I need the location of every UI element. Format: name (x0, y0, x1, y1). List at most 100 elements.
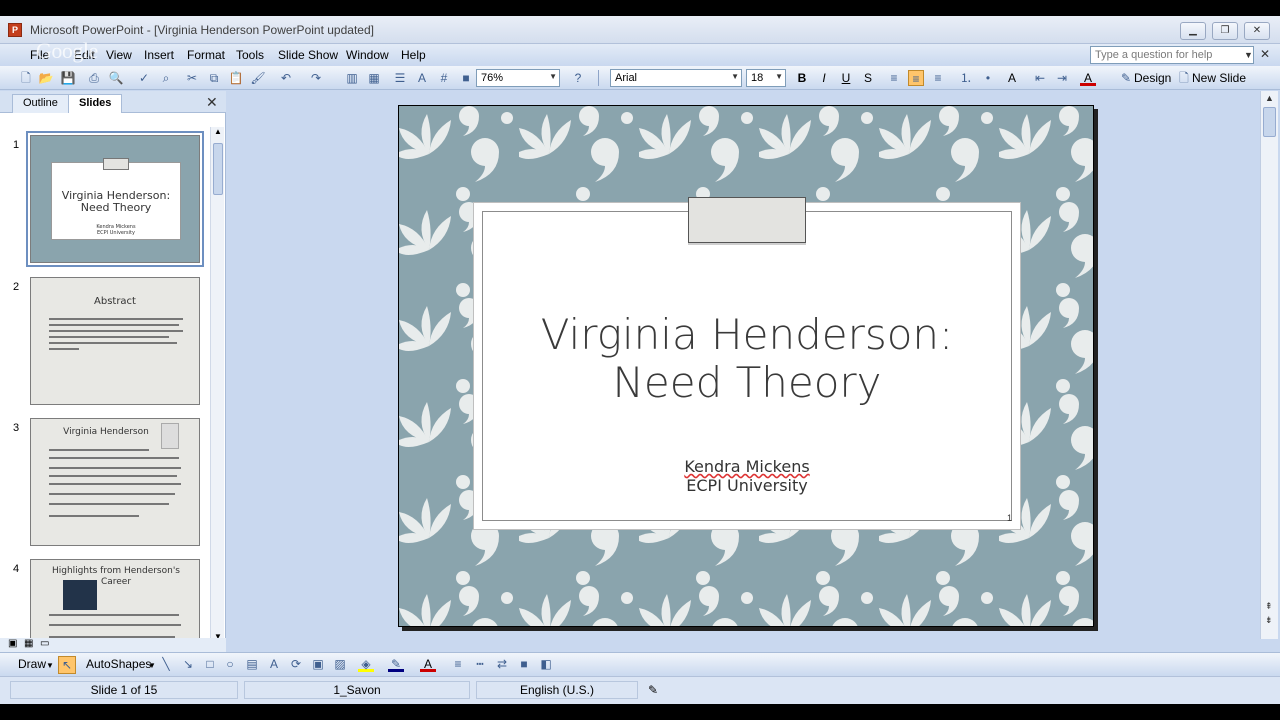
underline-icon[interactable]: U (838, 70, 854, 86)
wordart-icon[interactable]: A (266, 656, 282, 672)
arrow-icon[interactable]: ↘ (180, 656, 196, 672)
paste-icon[interactable]: 📋 (228, 70, 244, 86)
undo-icon[interactable]: ↶ (278, 70, 294, 86)
help-dropdown-icon[interactable]: ▼ (1244, 50, 1253, 60)
3d-style-icon[interactable]: ◧ (538, 656, 554, 672)
menu-window[interactable]: Window (346, 48, 389, 62)
decrease-indent-icon[interactable]: ⇤ (1032, 70, 1048, 86)
slide-scrollbar[interactable]: ▲ ⇞ ⇟ (1260, 91, 1278, 639)
slide-thumbnail-2[interactable]: Abstract (30, 277, 200, 405)
design-icon[interactable]: ✎ (1118, 70, 1134, 86)
scroll-up-icon[interactable]: ▲ (1265, 93, 1274, 103)
show-formatting-icon[interactable]: A (414, 70, 430, 86)
scroll-thumb[interactable] (1263, 107, 1276, 137)
menu-insert[interactable]: Insert (144, 48, 174, 62)
line-color-icon[interactable]: ✎ (388, 656, 404, 672)
thumb-text-line (49, 515, 139, 517)
tab-slides[interactable]: Slides (68, 94, 123, 113)
draw-menu-button[interactable]: Draw (18, 657, 46, 671)
font-size-select[interactable]: 18 ▼ (746, 69, 786, 87)
thumbnails-scrollbar[interactable]: ▲ ▼ (210, 127, 224, 641)
slide-show-icon[interactable]: ▭ (40, 638, 49, 649)
copy-icon[interactable]: ⧉ (206, 70, 222, 86)
line-style-icon[interactable]: ≡ (450, 656, 466, 672)
diagram-icon[interactable]: ⟳ (288, 656, 304, 672)
show-grid-icon[interactable]: # (436, 70, 452, 86)
spelling-icon[interactable]: ✓ (136, 70, 152, 86)
print-icon[interactable]: ⎙ (86, 70, 102, 86)
color-grayscale-icon[interactable]: ■ (458, 70, 474, 86)
italic-icon[interactable]: I (816, 70, 832, 86)
increase-indent-icon[interactable]: ⇥ (1054, 70, 1070, 86)
open-folder-icon[interactable]: 📂 (38, 70, 54, 86)
text-box-icon[interactable]: ▤ (244, 656, 260, 672)
line-icon[interactable]: ╲ (158, 656, 174, 672)
scroll-up-icon[interactable]: ▲ (214, 127, 222, 136)
slide-title[interactable]: Virginia Henderson: Need Theory (474, 311, 1020, 407)
restore-button[interactable]: ❐ (1212, 22, 1238, 40)
clip-art-icon[interactable]: ▣ (310, 656, 326, 672)
slide-subtitle[interactable]: Kendra Mickens ECPI University (474, 457, 1020, 495)
current-slide[interactable]: Virginia Henderson: Need Theory Kendra M… (398, 105, 1094, 627)
menu-tools[interactable]: Tools (236, 48, 264, 62)
menu-view[interactable]: View (106, 48, 132, 62)
save-icon[interactable]: 💾 (60, 70, 76, 86)
insert-chart-icon[interactable]: ▥ (344, 70, 360, 86)
rectangle-icon[interactable]: □ (202, 656, 218, 672)
expand-all-icon[interactable]: ☰ (392, 70, 408, 86)
spelling-status-icon[interactable]: ✎ (648, 683, 658, 697)
format-painter-icon[interactable]: 🖌 (250, 70, 266, 86)
fill-color-icon[interactable]: ◈ (358, 656, 374, 672)
design-button[interactable]: Design (1134, 71, 1171, 85)
bold-icon[interactable]: B (794, 70, 810, 86)
oval-icon[interactable]: ○ (222, 656, 238, 672)
minimize-button[interactable]: ▁ (1180, 22, 1206, 40)
shadow-style-icon[interactable]: ■ (516, 656, 532, 672)
document-close-icon[interactable]: ✕ (1260, 47, 1270, 61)
cut-icon[interactable]: ✂ (184, 70, 200, 86)
font-color-icon[interactable]: A (1080, 70, 1096, 86)
slide-thumbnail-3[interactable]: Virginia Henderson (30, 418, 200, 546)
picture-icon[interactable]: ▨ (332, 656, 348, 672)
menu-help[interactable]: Help (401, 48, 426, 62)
menu-slide-show[interactable]: Slide Show (278, 48, 338, 62)
close-panel-icon[interactable]: ✕ (206, 94, 218, 111)
thumb-text-line (49, 483, 181, 485)
slide-thumbnail-1[interactable]: Virginia Henderson: Need Theory Kendra M… (26, 131, 204, 267)
language-indicator[interactable]: English (U.S.) (476, 681, 638, 699)
new-slide-icon[interactable]: 🗋 (1176, 70, 1192, 86)
select-objects-icon[interactable]: ↖ (58, 656, 76, 674)
numbering-icon[interactable]: ⒈ (958, 70, 974, 86)
print-preview-icon[interactable]: 🔍 (108, 70, 124, 86)
slide-thumbnail-4[interactable]: Highlights from Henderson's Career (30, 559, 200, 649)
align-right-icon[interactable]: ≡ (930, 70, 946, 86)
arrow-style-icon[interactable]: ⇄ (494, 656, 510, 672)
align-center-icon[interactable]: ≡ (908, 70, 924, 86)
bullets-icon[interactable]: • (980, 70, 996, 86)
normal-view-icon[interactable]: ▣ (8, 638, 17, 649)
font-select[interactable]: Arial ▼ (610, 69, 742, 87)
tab-outline[interactable]: Outline (12, 94, 69, 113)
new-slide-button[interactable]: New Slide (1192, 71, 1246, 85)
font-size-value: 18 (751, 72, 764, 84)
scroll-thumb[interactable] (213, 143, 223, 195)
close-button[interactable]: ✕ (1244, 22, 1270, 40)
insert-table-icon[interactable]: ▦ (366, 70, 382, 86)
powerpoint-app-icon[interactable]: P (8, 23, 22, 37)
new-document-icon[interactable]: 🗋 (18, 70, 34, 86)
help-icon[interactable]: ? (570, 70, 586, 86)
redo-icon[interactable]: ↷ (308, 70, 324, 86)
help-search-input[interactable]: Type a question for help (1090, 46, 1254, 64)
next-slide-icon[interactable]: ⇟ (1265, 615, 1273, 626)
font-color-icon[interactable]: A (420, 656, 436, 672)
menu-format[interactable]: Format (187, 48, 225, 62)
research-icon[interactable]: ⌕ (158, 70, 174, 86)
autoshapes-menu-button[interactable]: AutoShapes (86, 657, 151, 671)
increase-font-icon[interactable]: A (1004, 70, 1020, 86)
previous-slide-icon[interactable]: ⇞ (1265, 601, 1273, 612)
align-left-icon[interactable]: ≡ (886, 70, 902, 86)
dash-style-icon[interactable]: ┅ (472, 656, 488, 672)
shadow-icon[interactable]: S (860, 70, 876, 86)
slide-sorter-icon[interactable]: ▦ (24, 638, 33, 649)
zoom-select[interactable]: 76% ▼ (476, 69, 560, 87)
